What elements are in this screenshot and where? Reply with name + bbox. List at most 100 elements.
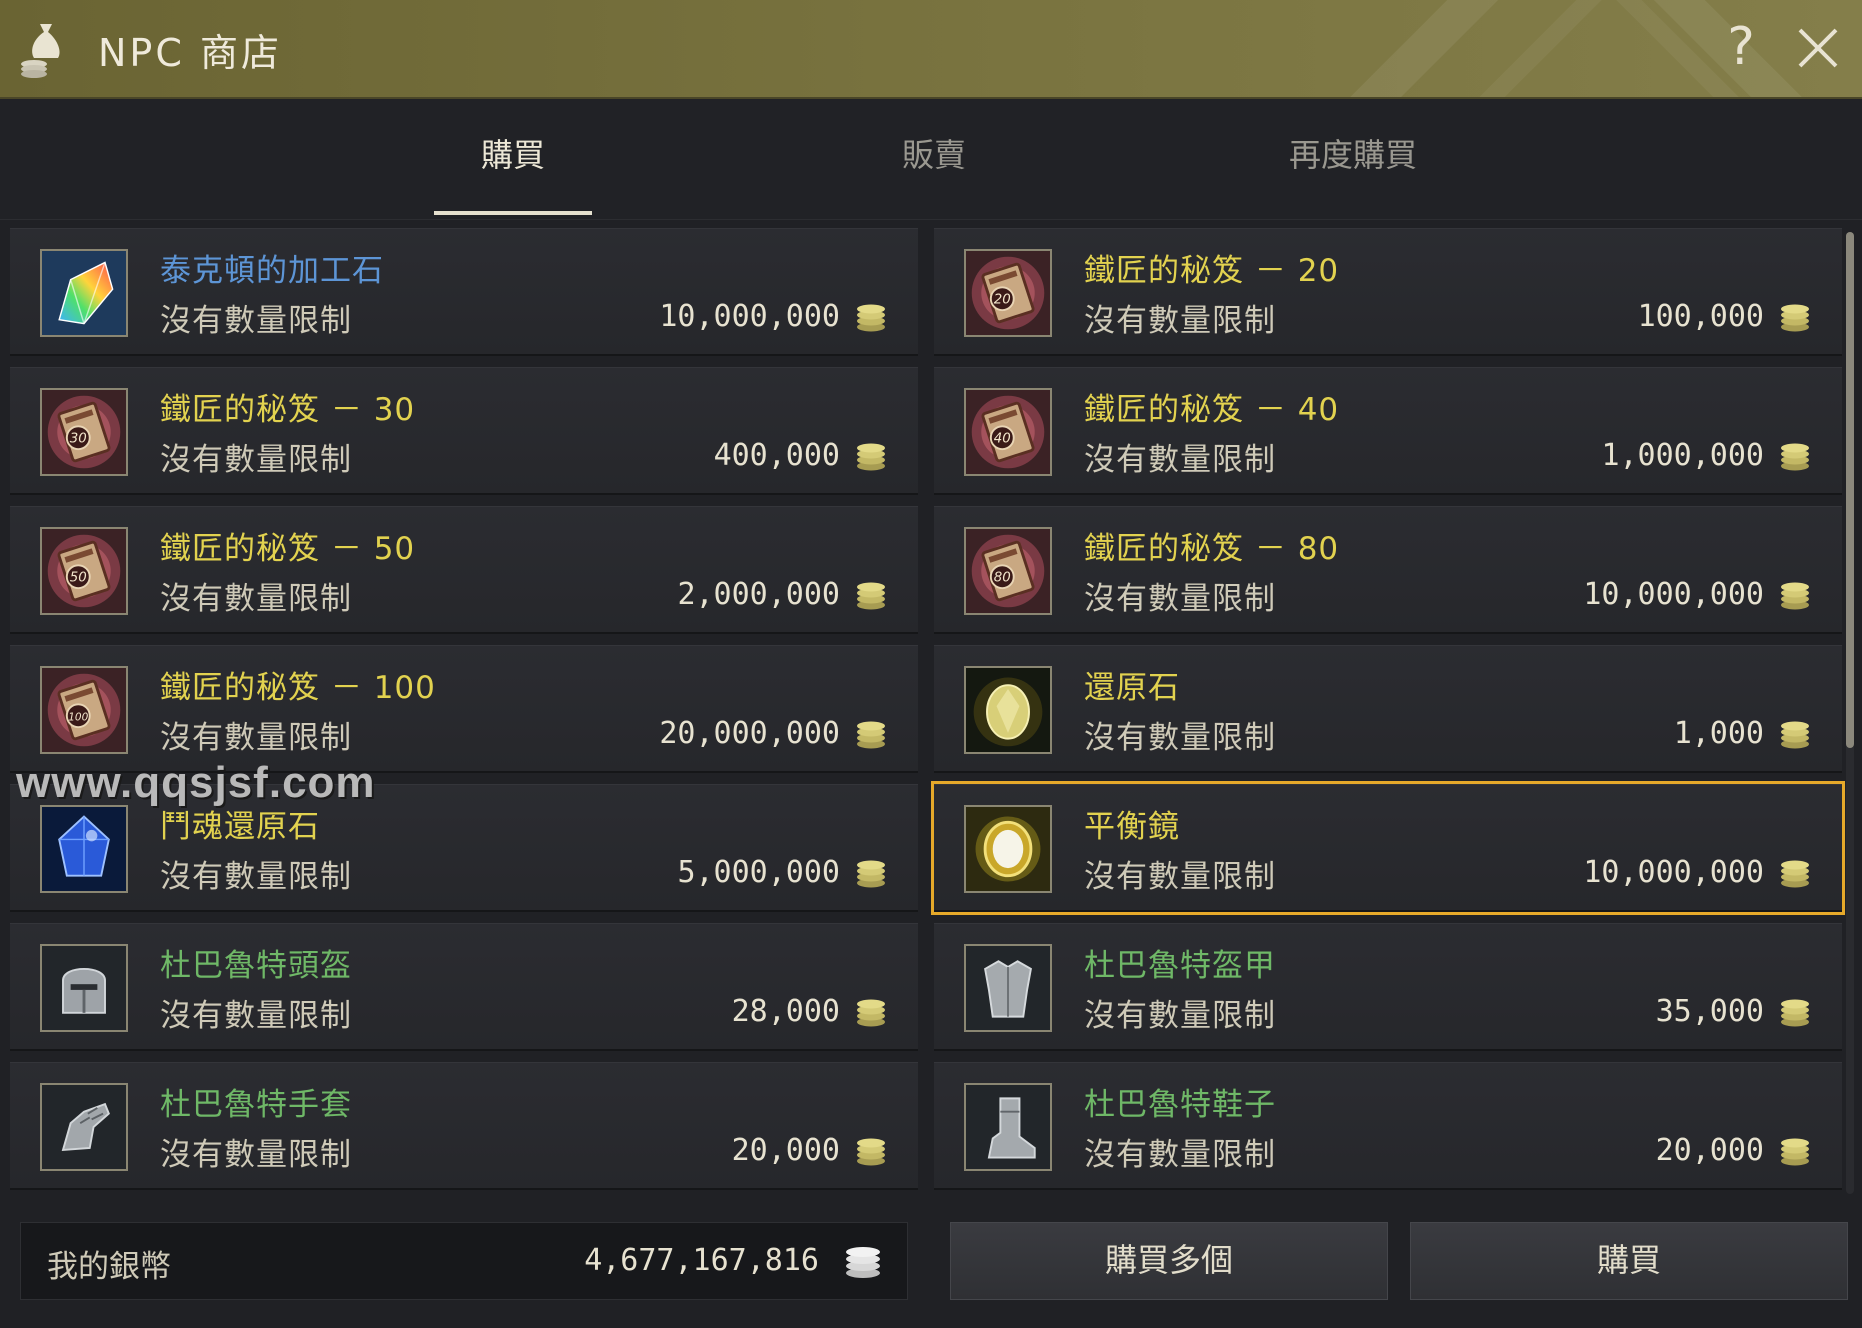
- item-quantity-limit: 沒有數量限制: [160, 442, 352, 478]
- item-price: 35,000: [1655, 994, 1764, 1029]
- item-name: 鐵匠的秘笈 － 50: [160, 531, 416, 567]
- rainbow-crystal-icon: [40, 249, 128, 337]
- help-button[interactable]: ?: [1718, 12, 1764, 82]
- item-price: 10,000,000: [659, 299, 840, 334]
- item-price: 100,000: [1637, 299, 1764, 334]
- shop-item[interactable]: 30 鐵匠的秘笈 － 30 沒有數量限制 400,000: [10, 367, 918, 495]
- money-bag-icon: [21, 24, 60, 78]
- wallet-panel: 我的銀幣 4,677,167,816: [20, 1222, 908, 1300]
- shop-item[interactable]: 平衡鏡沒有數量限制 10,000,000: [931, 781, 1845, 915]
- shop-item[interactable]: 100 鐵匠的秘笈 － 100 沒有數量限制 20,000,000: [10, 645, 918, 773]
- item-name: 杜巴魯特手套: [160, 1087, 352, 1123]
- item-name: 鐵匠的秘笈 － 30: [160, 392, 416, 428]
- item-name: 還原石: [1084, 670, 1180, 706]
- boots-icon: [964, 1083, 1052, 1171]
- shop-item[interactable]: 50 鐵匠的秘笈 － 50 沒有數量限制 2,000,000: [10, 506, 918, 634]
- blacksmith-book-icon: 30: [40, 388, 128, 476]
- shop-item[interactable]: 40 鐵匠的秘笈 － 40 沒有數量限制 1,000,000: [934, 367, 1842, 495]
- silver-coin-stack-icon: [857, 304, 885, 332]
- silver-coin-stack-icon: [1781, 1138, 1809, 1166]
- wallet-amount: 4,677,167,816: [584, 1243, 819, 1278]
- item-quantity-limit: 沒有數量限制: [1084, 303, 1276, 339]
- close-icon[interactable]: [1790, 20, 1846, 76]
- item-name: 鐵匠的秘笈 － 40: [1084, 392, 1340, 428]
- armor-icon: [964, 944, 1052, 1032]
- item-price: 5,000,000: [677, 855, 840, 890]
- item-quantity-limit: 沒有數量限制: [1084, 581, 1276, 617]
- item-name: 平衡鏡: [1084, 809, 1180, 845]
- item-quantity-limit: 沒有數量限制: [160, 1137, 352, 1173]
- item-quantity-limit: 沒有數量限制: [160, 859, 352, 895]
- shop-tabs: 購買 販賣 再度購買: [0, 99, 1862, 220]
- silver-coin-stack-icon: [846, 1247, 880, 1278]
- item-name: 鐵匠的秘笈 － 80: [1084, 531, 1340, 567]
- item-quantity-limit: 沒有數量限制: [1084, 859, 1276, 895]
- item-quantity-limit: 沒有數量限制: [160, 303, 352, 339]
- item-name: 杜巴魯特鞋子: [1084, 1087, 1276, 1123]
- tab-buy[interactable]: 購買: [434, 99, 592, 217]
- svg-text:40: 40: [994, 432, 1011, 447]
- silver-coin-stack-icon: [1781, 582, 1809, 610]
- item-price: 20,000,000: [659, 716, 840, 751]
- silver-coin-stack-icon: [857, 443, 885, 471]
- wallet-label: 我的銀幣: [47, 1249, 171, 1285]
- item-name: 鐵匠的秘笈 － 20: [1084, 253, 1340, 289]
- svg-text:80: 80: [994, 571, 1011, 586]
- svg-text:100: 100: [68, 712, 88, 724]
- restoration-stone-icon: [964, 666, 1052, 754]
- tab-sell[interactable]: 販賣: [860, 99, 1008, 217]
- svg-text:50: 50: [70, 571, 87, 586]
- shop-item[interactable]: 泰克頓的加工石 沒有數量限制 10,000,000: [10, 228, 918, 356]
- item-price: 20,000: [731, 1133, 840, 1168]
- silver-coin-stack-icon: [1781, 304, 1809, 332]
- silver-coin-stack-icon: [1781, 721, 1809, 749]
- shop-item[interactable]: 80 鐵匠的秘笈 － 80 沒有數量限制 10,000,000: [934, 506, 1842, 634]
- gauntlet-icon: [40, 1083, 128, 1171]
- window-title: NPC 商店: [98, 31, 282, 75]
- item-price: 1,000: [1673, 716, 1764, 751]
- item-name: 泰克頓的加工石: [160, 253, 384, 289]
- window-header: NPC 商店 ?: [0, 0, 1862, 99]
- item-quantity-limit: 沒有數量限制: [1084, 442, 1276, 478]
- shop-item[interactable]: 杜巴魯特頭盔 沒有數量限制 28,000: [10, 923, 918, 1051]
- tab-rebuy[interactable]: 再度購買: [1264, 99, 1442, 217]
- item-price: 20,000: [1655, 1133, 1764, 1168]
- balance-mirror-icon: [964, 805, 1052, 893]
- item-price: 400,000: [713, 438, 840, 473]
- item-price: 28,000: [731, 994, 840, 1029]
- buy-button[interactable]: 購買: [1410, 1222, 1848, 1300]
- shop-item[interactable]: 杜巴魯特手套 沒有數量限制 20,000: [10, 1062, 918, 1190]
- shop-item[interactable]: 20 鐵匠的秘笈 － 20 沒有數量限制 100,000: [934, 228, 1842, 356]
- item-price: 10,000,000: [1583, 855, 1764, 890]
- blacksmith-book-icon: 40: [964, 388, 1052, 476]
- item-price: 1,000,000: [1601, 438, 1764, 473]
- item-name: 杜巴魯特頭盔: [160, 948, 352, 984]
- npc-shop-window: NPC 商店 ? 購買 販賣 再度購買 泰克頓的加工石 沒有數量限制 10,000,…: [0, 0, 1862, 1328]
- item-quantity-limit: 沒有數量限制: [160, 720, 352, 756]
- shop-item[interactable]: 杜巴魯特鞋子 沒有數量限制 20,000: [934, 1062, 1842, 1190]
- silver-coin-stack-icon: [857, 999, 885, 1027]
- item-quantity-limit: 沒有數量限制: [1084, 998, 1276, 1034]
- scrollbar-thumb[interactable]: [1846, 232, 1854, 748]
- silver-coin-stack-icon: [857, 860, 885, 888]
- silver-coin-stack-icon: [857, 721, 885, 749]
- item-price: 10,000,000: [1583, 577, 1764, 612]
- silver-coin-stack-icon: [1781, 860, 1809, 888]
- scrollbar[interactable]: [1846, 232, 1854, 1194]
- item-name: 杜巴魯特盔甲: [1084, 948, 1276, 984]
- item-quantity-limit: 沒有數量限制: [1084, 1137, 1276, 1173]
- item-name: 鐵匠的秘笈 － 100: [160, 670, 436, 706]
- silver-coin-stack-icon: [1781, 999, 1809, 1027]
- buy-multiple-button[interactable]: 購買多個: [950, 1222, 1388, 1300]
- item-quantity-limit: 沒有數量限制: [160, 998, 352, 1034]
- silver-coin-stack-icon: [857, 1138, 885, 1166]
- shop-item[interactable]: 杜巴魯特盔甲 沒有數量限制 35,000: [934, 923, 1842, 1051]
- helmet-icon: [40, 944, 128, 1032]
- item-list: 泰克頓的加工石 沒有數量限制 10,000,000 20 鐵匠的秘笈 － 20 沒有數量限…: [10, 228, 1845, 1194]
- item-quantity-limit: 沒有數量限制: [1084, 720, 1276, 756]
- blacksmith-book-icon: 50: [40, 527, 128, 615]
- blue-crystal-icon: [40, 805, 128, 893]
- item-quantity-limit: 沒有數量限制: [160, 581, 352, 617]
- shop-item[interactable]: 還原石沒有數量限制 1,000: [934, 645, 1842, 773]
- blacksmith-book-icon: 20: [964, 249, 1052, 337]
